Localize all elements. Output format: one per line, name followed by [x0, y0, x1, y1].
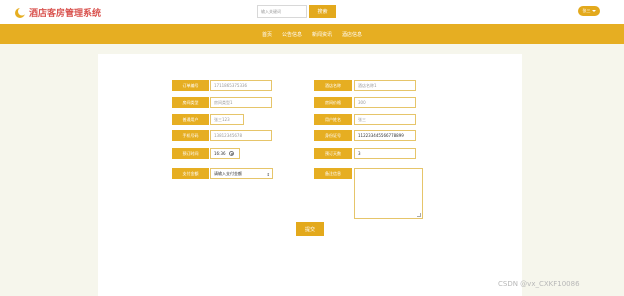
field-label-user-name: 用户姓名 [314, 114, 352, 125]
nav-news[interactable]: 新闻资讯 [310, 31, 334, 38]
watermark: CSDN @vx_CXKF10086 [498, 280, 580, 288]
nav-home[interactable]: 首页 [260, 31, 274, 38]
user-account-field[interactable]: 张三123 [210, 114, 244, 125]
main-nav: 首页 公告信息 新闻资讯 酒店信息 [0, 24, 624, 44]
nav-hotel-info[interactable]: 酒店信息 [340, 31, 364, 38]
field-label-hotel-name: 酒店名称 [314, 80, 352, 91]
user-name-field[interactable]: 张三 [354, 114, 416, 125]
field-label-payment: 支付金额 [172, 168, 209, 179]
form-panel: 订单编号 1711865375336 酒店名称 酒店名称1 房间类型 房间类型1… [98, 54, 522, 296]
field-label-order-number: 订单编号 [172, 80, 209, 91]
search-button[interactable]: 搜索 [309, 5, 336, 18]
payment-select[interactable]: 请输入支付金额 ⇕ [210, 168, 273, 179]
top-bar: 酒店客房管理系统 搜索 张三 [0, 0, 624, 24]
payment-placeholder: 请输入支付金额 [214, 170, 242, 176]
field-label-booking-time: 预订时间 [172, 148, 209, 159]
site-title: 酒店客房管理系统 [29, 9, 102, 19]
field-label-booking-days: 预订天数 [314, 148, 352, 159]
logo: 酒店客房管理系统 [14, 6, 101, 19]
field-label-id-number: 身份证号 [314, 130, 352, 141]
field-label-phone: 手机号码 [172, 130, 209, 141]
search-input[interactable] [257, 5, 307, 18]
field-label-room-type: 房间类型 [172, 97, 209, 108]
room-type-field[interactable]: 房间类型1 [210, 97, 272, 108]
submit-button[interactable]: 提交 [296, 222, 324, 236]
moon-icon [15, 7, 26, 18]
user-menu[interactable]: 张三 [578, 6, 600, 16]
chevron-down-icon [591, 10, 596, 12]
clock-icon[interactable] [229, 151, 234, 156]
booking-time-field[interactable]: 16:36 [210, 148, 240, 159]
field-label-user: 普通用户 [172, 114, 209, 125]
room-price-field[interactable]: 300 [354, 97, 416, 108]
nav-announcements[interactable]: 公告信息 [280, 31, 304, 38]
user-name: 张三 [582, 8, 591, 13]
field-label-remarks: 备注信息 [314, 168, 352, 179]
resize-handle-icon[interactable] [417, 213, 421, 217]
order-number-field[interactable]: 1711865375336 [210, 80, 272, 91]
id-number-field[interactable]: 112233445566778899 [354, 130, 416, 141]
booking-days-field[interactable]: 3 [354, 148, 416, 159]
phone-field[interactable]: 13812345678 [210, 130, 272, 141]
remarks-textarea[interactable] [354, 168, 423, 219]
select-arrows-icon: ⇕ [266, 172, 270, 177]
field-label-room-price: 房间价格 [314, 97, 352, 108]
hotel-name-field[interactable]: 酒店名称1 [354, 80, 416, 91]
booking-time-value: 16:36 [214, 151, 226, 156]
